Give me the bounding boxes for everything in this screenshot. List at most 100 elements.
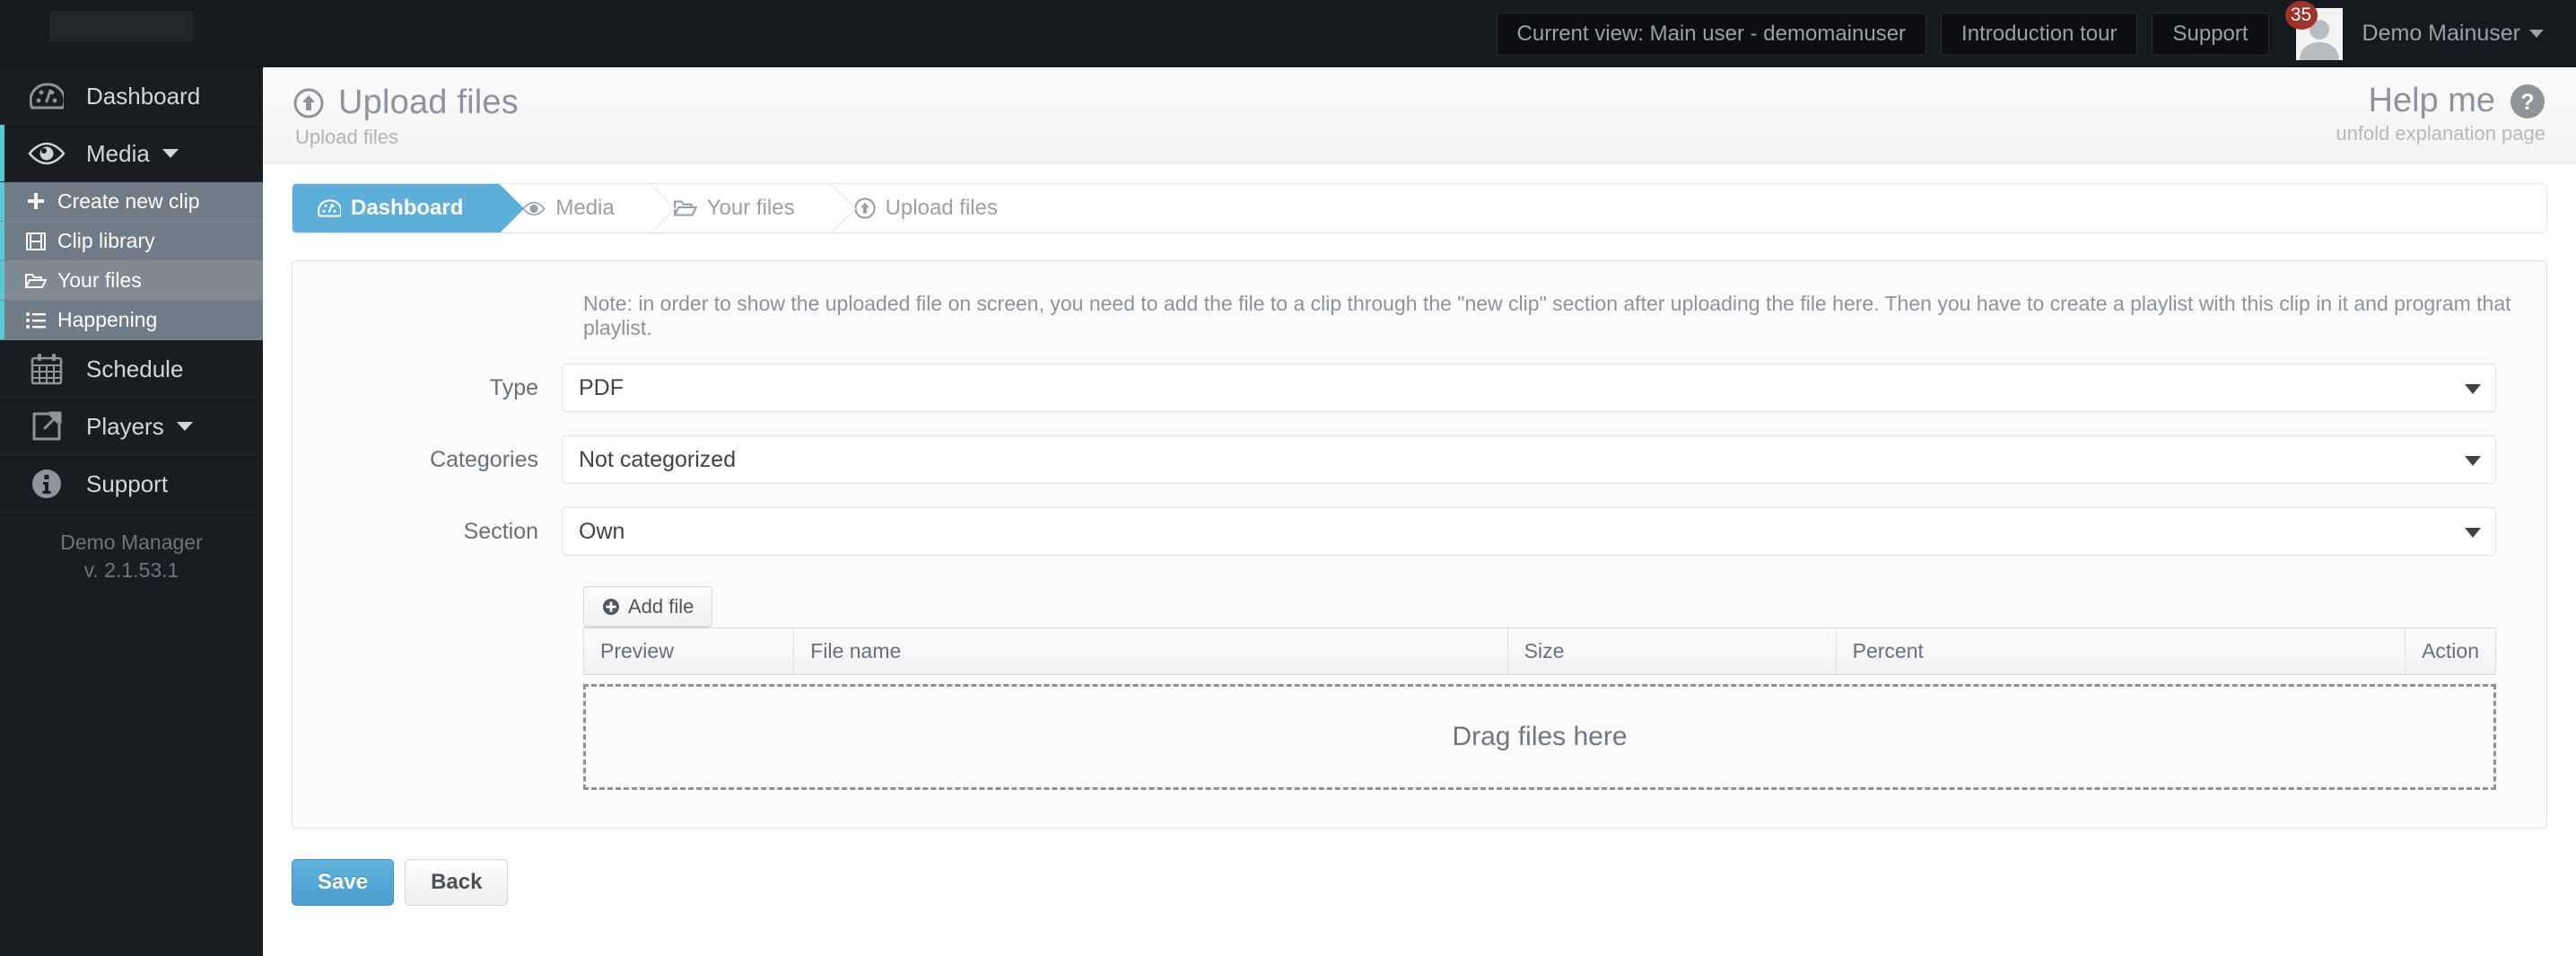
back-button-label: Back xyxy=(431,870,483,894)
sidebar: Dashboard Media Create new clip Clip lib… xyxy=(0,67,263,956)
upload-form-panel: Note: in order to show the uploaded file… xyxy=(292,260,2547,829)
column-header-action: Action xyxy=(2405,627,2496,675)
section-select-value: Own xyxy=(579,518,625,544)
page-subtitle: Upload files xyxy=(295,126,398,148)
breadcrumb-item-upload-files[interactable]: Upload files xyxy=(830,184,1034,232)
sidebar-item-label: Support xyxy=(86,469,169,497)
file-uploader: Add file Preview File name Size Percent … xyxy=(582,586,2496,790)
sidebar-subitem-label: Happening xyxy=(57,308,158,331)
introduction-tour-label: Introduction tour xyxy=(1961,21,2118,46)
type-select[interactable]: PDF xyxy=(562,364,2496,412)
page-header: Upload files Upload files Help me ? unfo… xyxy=(263,67,2576,163)
dropzone-label: Drag files here xyxy=(1452,722,1628,751)
support-button[interactable]: Support xyxy=(2152,12,2269,56)
support-label: Support xyxy=(2172,21,2249,46)
plus-circle-icon xyxy=(602,598,620,616)
type-select-value: PDF xyxy=(579,374,624,400)
add-file-label: Add file xyxy=(628,595,694,618)
section-label: Section xyxy=(463,518,538,544)
sidebar-item-media[interactable]: Media xyxy=(0,125,263,182)
notification-badge[interactable]: 35 xyxy=(2284,0,2318,30)
question-circle-icon[interactable]: ? xyxy=(2510,83,2545,119)
sidebar-subitem-create-new-clip[interactable]: Create new clip xyxy=(0,182,263,222)
sidebar-item-label: Schedule xyxy=(86,355,184,382)
upload-circle-icon xyxy=(853,197,876,219)
folder-open-icon xyxy=(673,198,697,218)
current-view-button[interactable]: Current view: Main user - demomainuser xyxy=(1496,12,1927,56)
categories-select-value: Not categorized xyxy=(579,446,737,472)
column-header-percent: Percent xyxy=(1835,627,2406,675)
back-button[interactable]: Back xyxy=(405,859,509,906)
sidebar-item-label: Media xyxy=(86,139,150,167)
form-row-section: Section Own xyxy=(293,507,2546,556)
eye-icon xyxy=(27,134,66,173)
user-menu-label: Demo Mainuser xyxy=(2362,21,2520,46)
film-icon xyxy=(23,230,48,253)
list-icon xyxy=(23,309,48,332)
sidebar-item-label: Dashboard xyxy=(86,82,201,110)
sidebar-footer: Demo Manager v. 2.1.53.1 xyxy=(0,529,263,584)
dashboard-icon xyxy=(27,76,66,116)
page-title-text: Upload files xyxy=(338,83,519,121)
breadcrumb: Dashboard Media Your files Upload files xyxy=(292,183,2547,233)
sidebar-subitem-label: Create new clip xyxy=(57,189,200,213)
save-button[interactable]: Save xyxy=(292,859,395,906)
categories-label: Categories xyxy=(430,446,538,472)
sidebar-subitem-label: Your files xyxy=(57,268,142,292)
chevron-down-icon xyxy=(2529,30,2544,38)
add-file-button[interactable]: Add file xyxy=(583,586,713,627)
section-select[interactable]: Own xyxy=(562,507,2496,556)
breadcrumb-item-label: Dashboard xyxy=(351,196,464,220)
chevron-down-icon xyxy=(2465,456,2481,466)
breadcrumb-item-label: Your files xyxy=(706,196,795,220)
eye-icon xyxy=(522,201,546,216)
sidebar-subitem-your-files[interactable]: Your files xyxy=(0,261,263,301)
introduction-tour-button[interactable]: Introduction tour xyxy=(1941,12,2138,56)
chevron-down-icon xyxy=(176,421,193,431)
breadcrumb-item-label: Media xyxy=(555,196,615,220)
sidebar-subitem-clip-library[interactable]: Clip library xyxy=(0,222,263,261)
categories-select[interactable]: Not categorized xyxy=(562,435,2496,484)
file-dropzone[interactable]: Drag files here xyxy=(583,684,2496,790)
help-me-label: Help me xyxy=(2368,82,2496,119)
sidebar-item-schedule[interactable]: Schedule xyxy=(0,340,263,398)
column-header-preview: Preview xyxy=(582,627,795,675)
current-view-label: Current view: Main user - demomainuser xyxy=(1516,21,1907,46)
external-link-icon xyxy=(27,407,66,446)
main-content: Upload files Upload files Help me ? unfo… xyxy=(263,67,2576,956)
uploaded-files-table: Preview File name Size Percent Action xyxy=(582,627,2496,675)
product-version: v. 2.1.53.1 xyxy=(83,558,179,583)
top-bar: Current view: Main user - demomainuser I… xyxy=(0,0,2576,67)
form-row-type: Type PDF xyxy=(293,364,2546,412)
sidebar-item-players[interactable]: Players xyxy=(0,398,263,455)
form-row-categories: Categories Not categorized xyxy=(293,435,2546,484)
svg-text:?: ? xyxy=(2520,90,2534,115)
sidebar-item-dashboard[interactable]: Dashboard xyxy=(0,67,263,125)
upload-circle-icon xyxy=(293,88,324,118)
form-actions: Save Back xyxy=(292,859,2576,906)
plus-icon xyxy=(23,190,48,214)
breadcrumb-item-dashboard[interactable]: Dashboard xyxy=(293,184,500,232)
sidebar-subitem-label: Clip library xyxy=(57,229,155,252)
product-name: Demo Manager xyxy=(60,531,203,554)
info-circle-icon xyxy=(27,464,66,504)
column-header-file-name: File name xyxy=(793,627,1508,675)
user-menu[interactable]: Demo Mainuser xyxy=(2362,21,2544,47)
calendar-icon xyxy=(27,349,66,389)
app-logo[interactable] xyxy=(49,11,193,41)
avatar-with-badge[interactable]: 35 xyxy=(2284,0,2343,60)
save-button-label: Save xyxy=(318,870,369,894)
folder-open-icon xyxy=(23,269,48,293)
sidebar-item-support[interactable]: Support xyxy=(0,455,263,513)
help-me-title: Help me ? xyxy=(2336,82,2545,120)
table-header-row: Preview File name Size Percent Action xyxy=(582,627,2496,675)
page-title: Upload files xyxy=(293,83,2545,122)
breadcrumb-item-your-files[interactable]: Your files xyxy=(650,184,831,232)
sidebar-subitem-happening[interactable]: Happening xyxy=(0,301,263,340)
dashboard-icon xyxy=(318,199,341,217)
column-header-size: Size xyxy=(1506,627,1837,675)
breadcrumb-item-label: Upload files xyxy=(885,196,998,220)
help-me-block[interactable]: Help me ? unfold explanation page xyxy=(2336,82,2545,145)
chevron-down-icon xyxy=(2465,384,2481,394)
chevron-down-icon xyxy=(2465,528,2481,538)
